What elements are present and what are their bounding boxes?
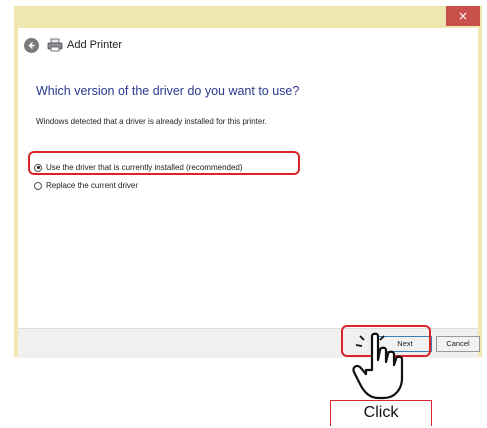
- option-replace-driver[interactable]: Replace the current driver: [34, 181, 138, 190]
- option-label: Replace the current driver: [46, 181, 139, 190]
- page-description: Windows detected that a driver is alread…: [36, 117, 267, 126]
- add-printer-window: × Add Printer Which version of the drive…: [14, 6, 482, 358]
- window-title: Add Printer: [67, 39, 123, 51]
- close-button[interactable]: ×: [446, 6, 480, 26]
- printer-icon: [47, 38, 63, 52]
- radio-button-unchecked[interactable]: [34, 181, 42, 190]
- click-annotation-label: Click: [330, 400, 432, 426]
- option-highlight-box: [28, 151, 300, 175]
- page-heading: Which version of the driver do you want …: [36, 84, 300, 98]
- back-arrow-icon[interactable]: [24, 37, 39, 53]
- title-bar: Add Printer: [18, 28, 478, 62]
- cancel-button[interactable]: Cancel: [436, 336, 480, 352]
- hand-pointer-icon: [352, 332, 404, 400]
- wizard-content: Which version of the driver do you want …: [18, 62, 478, 328]
